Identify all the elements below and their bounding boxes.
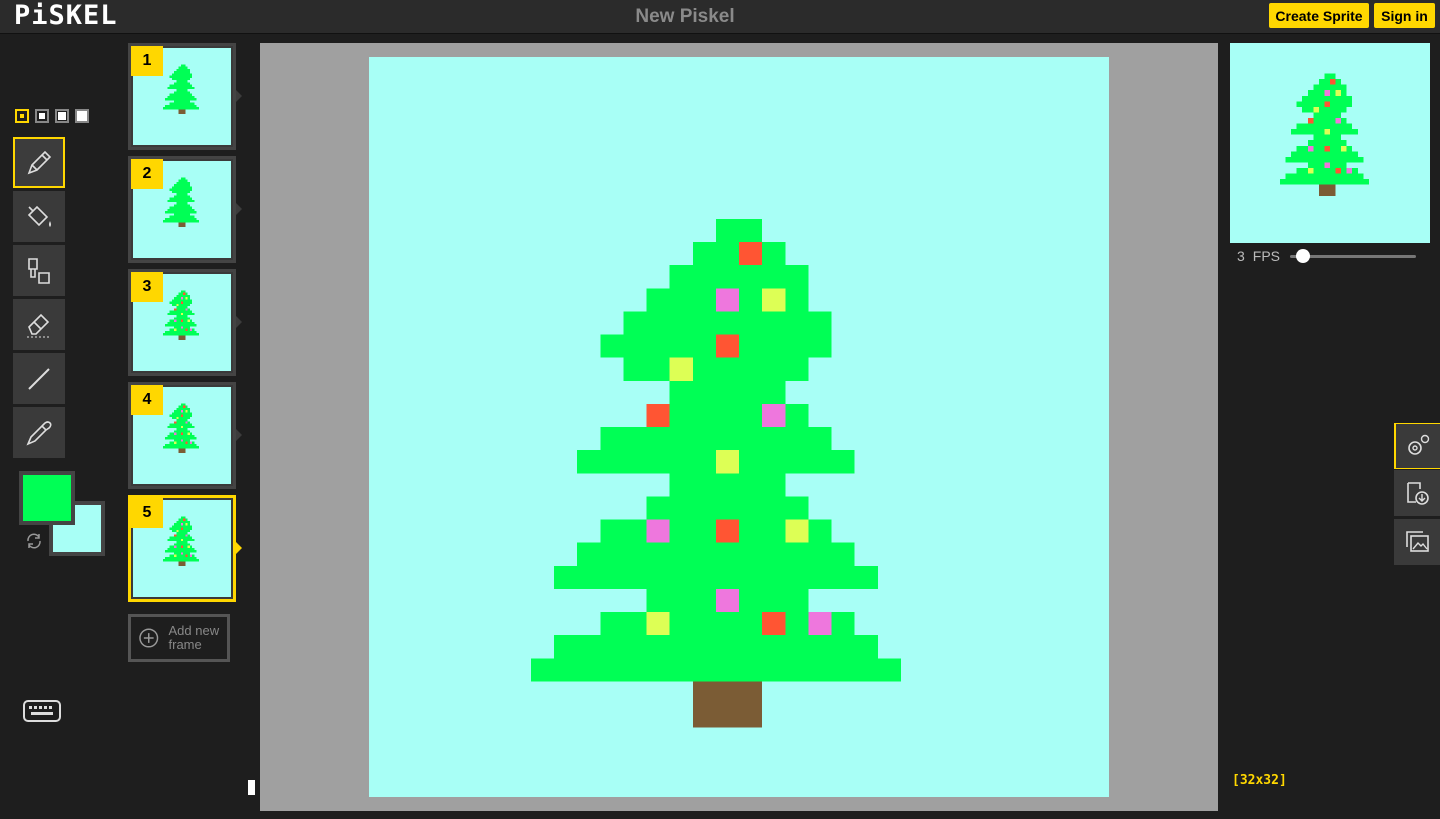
pen-size-2[interactable] xyxy=(35,109,49,123)
brush-bucket-icon xyxy=(28,257,50,284)
import-images-icon xyxy=(1406,531,1429,552)
frame-number: 3 xyxy=(131,272,163,302)
pen-size-4[interactable] xyxy=(75,109,89,123)
settings-button[interactable] xyxy=(1394,423,1440,469)
eraser-tool[interactable] xyxy=(13,299,65,350)
pen-size-3[interactable] xyxy=(55,109,69,123)
export-image-icon xyxy=(1407,482,1429,505)
create-sprite-button[interactable]: Create Sprite xyxy=(1269,3,1369,28)
import-button[interactable] xyxy=(1394,519,1440,565)
frame-tile-4[interactable]: 4 xyxy=(128,382,236,489)
pixel-art-tree xyxy=(530,218,901,728)
color-picker-tool[interactable] xyxy=(13,407,65,458)
line-icon xyxy=(28,367,50,390)
frame-arrow-icon xyxy=(236,429,242,441)
frame-arrow-icon xyxy=(236,542,242,554)
eraser-icon xyxy=(27,313,51,337)
paint-bucket-tool[interactable] xyxy=(13,191,65,242)
export-button[interactable] xyxy=(1394,470,1440,516)
frame-tree-thumbnail xyxy=(162,290,199,340)
sign-in-button[interactable]: Sign in xyxy=(1374,3,1435,28)
swap-colors-icon[interactable] xyxy=(24,531,44,551)
frame-number: 1 xyxy=(131,46,163,76)
add-new-frame-button[interactable]: Add new frame xyxy=(128,614,230,662)
pen-size-1[interactable] xyxy=(15,109,29,123)
pen-tool[interactable] xyxy=(13,137,65,188)
fps-control: 3 FPS xyxy=(1237,248,1416,264)
frame-tile-1[interactable]: 1 xyxy=(128,43,236,150)
frame-arrow-icon xyxy=(236,90,242,102)
fps-slider-knob[interactable] xyxy=(1296,249,1311,263)
frame-tile-2[interactable]: 2 xyxy=(128,156,236,263)
frame-tree-thumbnail xyxy=(162,64,199,114)
frame-number: 2 xyxy=(131,159,163,189)
frame-tile-3[interactable]: 3 xyxy=(128,269,236,376)
add-icon xyxy=(139,628,159,648)
frame-number: 5 xyxy=(131,498,163,528)
fps-value: 3 xyxy=(1237,248,1245,264)
primary-color-swatch[interactable] xyxy=(19,471,75,525)
pencil-icon xyxy=(27,150,52,174)
keyboard-shortcuts-icon[interactable] xyxy=(22,697,62,725)
eyedropper-icon xyxy=(26,420,52,446)
text-cursor xyxy=(248,780,255,795)
frame-tree-thumbnail xyxy=(162,403,199,453)
fps-label: FPS xyxy=(1252,248,1281,264)
preview-tree xyxy=(1280,73,1369,196)
frame-arrow-icon xyxy=(236,316,242,328)
canvas-size-label: [32x32] xyxy=(1232,773,1287,788)
pen-size-selector xyxy=(15,109,89,123)
paint-same-pixels-tool[interactable] xyxy=(13,245,65,296)
animation-preview[interactable] xyxy=(1230,43,1430,243)
frame-tree-thumbnail xyxy=(162,516,199,566)
paint-bucket-icon xyxy=(27,205,51,227)
sprite-title[interactable]: New Piskel xyxy=(0,6,1370,28)
frame-number: 4 xyxy=(131,385,163,415)
settings-gear-icon xyxy=(1408,434,1430,455)
top-bar: PiSKEL New Piskel Create Sprite Sign in xyxy=(0,0,1440,34)
frame-tree-thumbnail xyxy=(162,177,199,227)
stroke-tool[interactable] xyxy=(13,353,65,404)
frame-arrow-icon xyxy=(236,203,242,215)
drawing-canvas[interactable] xyxy=(369,57,1109,797)
add-frame-label: Add new frame xyxy=(168,623,220,652)
drawing-stage[interactable] xyxy=(260,43,1218,811)
frame-tile-5[interactable]: 5 xyxy=(128,495,236,602)
